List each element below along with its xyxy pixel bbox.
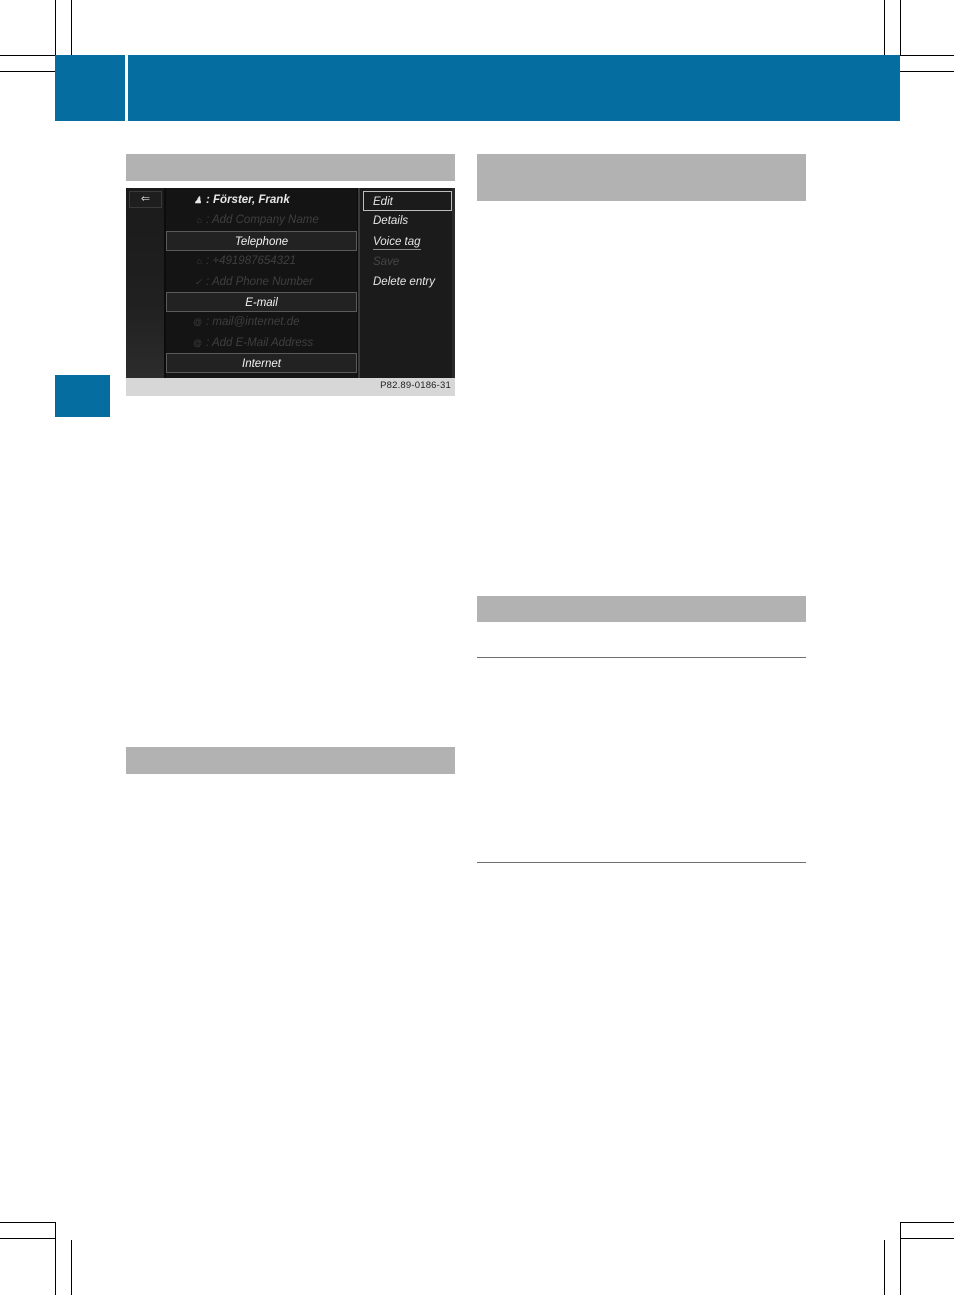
crop-mark	[900, 0, 901, 55]
figure-caption-bar: P82.89-0186-31	[126, 378, 455, 396]
screen-left-column: ⇐	[126, 188, 164, 378]
crop-mark	[900, 1238, 954, 1239]
list-item-label: Telephone	[234, 235, 289, 248]
section-heading-band	[126, 747, 455, 774]
chapter-tab	[55, 55, 125, 121]
field-icon: ⌂	[196, 256, 202, 267]
crop-mark	[0, 55, 55, 56]
crop-mark	[0, 1238, 55, 1239]
field-icon: ✓	[194, 276, 202, 287]
menu-item-label: Details	[373, 215, 409, 228]
crop-mark	[900, 55, 954, 56]
contact-screen-display: ⇐ ♟ : Förster, Frank ⌂ : Add Company Name Te…	[126, 188, 455, 378]
menu-item-delete-entry[interactable]: Delete entry	[360, 272, 455, 292]
field-icon: ⌂	[196, 215, 202, 226]
crop-mark	[71, 0, 72, 55]
back-arrow-icon: ⇐	[140, 193, 151, 205]
field-icon: @	[192, 337, 202, 348]
list-item[interactable]: ⌂ : Add Company Name	[166, 210, 357, 230]
list-item-label: : Förster, Frank	[206, 194, 290, 206]
list-item-label: : +491987654321	[206, 255, 296, 268]
list-item[interactable]: ✓ : Add Phone Number	[166, 272, 357, 292]
menu-item-voice-tag[interactable]: Voice tag	[360, 232, 455, 252]
menu-item-details[interactable]: Details	[360, 211, 455, 231]
crop-mark	[0, 71, 55, 72]
list-item-label: : Add Company Name	[206, 214, 319, 227]
list-item[interactable]: ⌂ : +491987654321	[166, 251, 357, 271]
list-section-header: E-mail	[166, 292, 357, 312]
figure-id: P82.89-0186-31	[380, 380, 451, 391]
crop-mark	[0, 1222, 55, 1223]
crop-mark	[900, 71, 954, 72]
crop-mark	[55, 1222, 56, 1295]
side-thumb-tab	[55, 375, 110, 417]
list-item[interactable]: @ : mail@internet.de	[166, 312, 357, 332]
crop-mark	[71, 1240, 72, 1295]
page-header-bar	[128, 55, 900, 121]
field-icon: ♟	[193, 195, 202, 205]
list-item-label: Internet	[242, 358, 281, 371]
list-item-label: : mail@internet.de	[206, 316, 300, 329]
options-menu: Edit Details Voice tag Save Delete entry	[358, 188, 455, 378]
list-item-label: : Add Phone Number	[206, 275, 313, 288]
crop-mark	[900, 1222, 954, 1223]
list-item-label: E-mail	[245, 297, 278, 309]
list-item[interactable]: ♟ : Förster, Frank	[166, 190, 357, 210]
list-item[interactable]: @ : Add E-Mail Address	[166, 333, 357, 353]
menu-item-edit[interactable]: Edit	[363, 191, 452, 211]
crop-mark	[884, 0, 885, 55]
menu-item-label: Edit	[373, 196, 393, 208]
menu-item-save: Save	[360, 252, 455, 272]
scrollbar[interactable]	[452, 188, 455, 378]
section-heading-band	[126, 154, 455, 181]
back-button[interactable]: ⇐	[129, 191, 162, 208]
list-section-header: Internet	[166, 353, 357, 374]
menu-item-label: Voice tag	[373, 235, 421, 250]
crop-mark	[884, 1240, 885, 1295]
list-item-label: : Add E-Mail Address	[206, 336, 314, 349]
section-heading-band	[477, 596, 806, 622]
list-section-header: Telephone	[166, 230, 357, 251]
field-icon: @	[192, 317, 202, 328]
menu-item-label: Delete entry	[373, 276, 436, 289]
table-rule	[477, 862, 806, 863]
menu-item-label: Save	[373, 255, 400, 268]
crop-mark	[55, 0, 56, 55]
contact-entry-list: ♟ : Förster, Frank ⌂ : Add Company Name Tele…	[166, 188, 357, 378]
table-rule	[477, 657, 806, 658]
section-heading-band	[477, 154, 806, 201]
crop-mark	[900, 1222, 901, 1295]
